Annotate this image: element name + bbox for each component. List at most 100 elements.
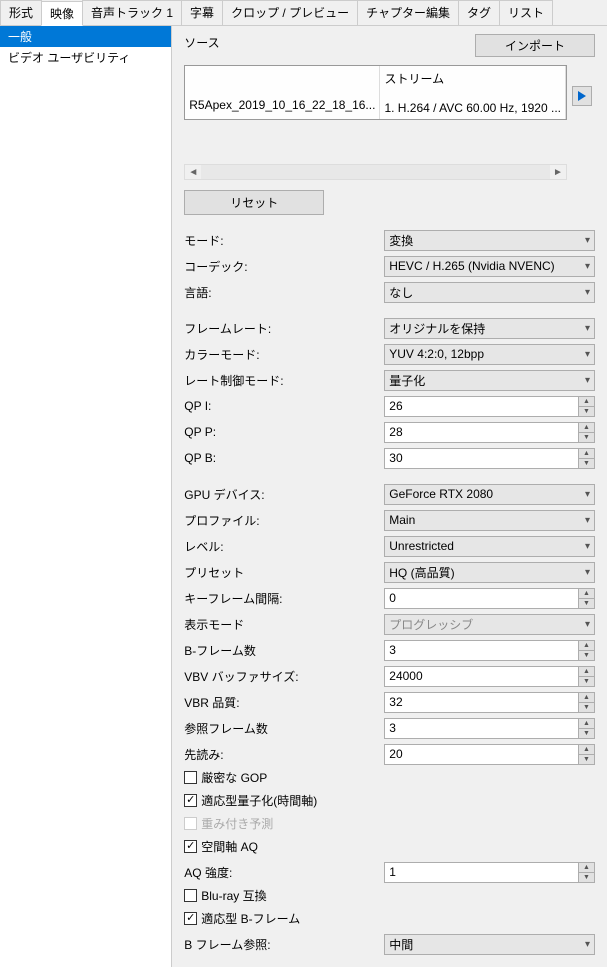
refframes-spinner[interactable]: 3▲▼ [384,718,595,739]
framerate-select[interactable]: オリジナルを保持▾ [384,318,595,339]
refframes-label: 参照フレーム数 [184,720,384,737]
chevron-down-icon: ▾ [585,375,590,386]
keyframe-spinner[interactable]: 0▲▼ [384,588,595,609]
tab-audio-track-1[interactable]: 音声トラック 1 [82,0,182,25]
qpi-spinner[interactable]: 26▲▼ [384,396,595,417]
spinner-up-icon[interactable]: ▲ [578,863,594,873]
bframeref-label: B フレーム参照: [184,936,384,953]
chevron-down-icon: ▾ [585,323,590,334]
profile-select[interactable]: Main▾ [384,510,595,531]
codec-label: コーデック: [184,258,384,275]
spinner-up-icon[interactable]: ▲ [578,449,594,459]
main-panel: ソース インポート R5Apex_2019_10_16_22_18_16... … [172,26,607,967]
stream-value: 1. H.264 / AVC 60.00 Hz, 1920 ... [384,101,561,115]
weighted-pred-checkbox: 重み付き予測 [184,815,595,832]
qpp-spinner[interactable]: 28▲▼ [384,422,595,443]
spatial-aq-checkbox[interactable]: 空間軸 AQ [184,838,595,855]
qpp-label: QP P: [184,425,384,439]
vbvbuf-spinner[interactable]: 24000▲▼ [384,666,595,687]
spinner-up-icon[interactable]: ▲ [578,693,594,703]
chevron-down-icon: ▾ [585,235,590,246]
spinner-down-icon[interactable]: ▼ [578,677,594,686]
tab-chapter-edit[interactable]: チャプター編集 [357,0,459,25]
spinner-down-icon[interactable]: ▼ [578,433,594,442]
reset-button[interactable]: リセット [184,190,324,215]
scroll-left-icon[interactable]: ◄ [185,164,201,180]
lookahead-spinner[interactable]: 20▲▼ [384,744,595,765]
tab-format[interactable]: 形式 [0,0,42,25]
vbvbuf-label: VBV バッファサイズ: [184,668,384,685]
language-select[interactable]: なし▾ [384,282,595,303]
chevron-down-icon: ▾ [585,541,590,552]
sidebar: 一般 ビデオ ユーザビリティ [0,26,172,967]
spinner-down-icon[interactable]: ▼ [578,873,594,882]
ratecontrol-label: レート制御モード: [184,372,384,389]
horizontal-scrollbar[interactable]: ◄ ► [184,164,567,180]
tab-list[interactable]: リスト [499,0,553,25]
scroll-right-icon[interactable]: ► [550,164,566,180]
tab-subtitle[interactable]: 字幕 [181,0,223,25]
stream-header: ストリーム [384,70,561,87]
source-label: ソース [184,34,234,51]
bframes-label: B-フレーム数 [184,642,384,659]
mode-select[interactable]: 変換▾ [384,230,595,251]
spinner-up-icon[interactable]: ▲ [578,423,594,433]
ratecontrol-select[interactable]: 量子化▾ [384,370,595,391]
spinner-up-icon[interactable]: ▲ [578,589,594,599]
bluray-checkbox[interactable]: Blu-ray 互換 [184,887,595,904]
sidebar-item-video-usability[interactable]: ビデオ ユーザビリティ [0,47,171,68]
main-tabs: 形式 映像 音声トラック 1 字幕 クロップ / プレビュー チャプター編集 タ… [0,0,607,26]
aqstrength-spinner[interactable]: 1▲▼ [384,862,595,883]
spinner-down-icon[interactable]: ▼ [578,755,594,764]
spinner-up-icon[interactable]: ▲ [578,719,594,729]
sidebar-item-general[interactable]: 一般 [0,26,171,47]
strict-gop-checkbox[interactable]: 厳密な GOP [184,769,595,786]
spinner-up-icon[interactable]: ▲ [578,641,594,651]
source-filename: R5Apex_2019_10_16_22_18_16... [189,98,375,112]
profile-label: プロファイル: [184,512,384,529]
chevron-down-icon: ▾ [585,349,590,360]
spinner-up-icon[interactable]: ▲ [578,745,594,755]
framerate-label: フレームレート: [184,320,384,337]
display-select: プログレッシブ▾ [384,614,595,635]
preset-select[interactable]: HQ (高品質)▾ [384,562,595,583]
level-select[interactable]: Unrestricted▾ [384,536,595,557]
qpb-spinner[interactable]: 30▲▼ [384,448,595,469]
adaptive-bframe-checkbox[interactable]: 適応型 B-フレーム [184,910,595,927]
spinner-down-icon[interactable]: ▼ [578,651,594,660]
chevron-down-icon: ▾ [585,619,590,630]
adaptive-quant-checkbox[interactable]: 適応型量子化(時間軸) [184,792,595,809]
import-button[interactable]: インポート [475,34,595,57]
gpu-select[interactable]: GeForce RTX 2080▾ [384,484,595,505]
language-label: 言語: [184,284,384,301]
bframeref-select[interactable]: 中間▾ [384,934,595,955]
spinner-down-icon[interactable]: ▼ [578,703,594,712]
level-label: レベル: [184,538,384,555]
colormode-label: カラーモード: [184,346,384,363]
tab-tag[interactable]: タグ [458,0,500,25]
tab-crop-preview[interactable]: クロップ / プレビュー [222,0,358,25]
spinner-up-icon[interactable]: ▲ [578,667,594,677]
chevron-down-icon: ▾ [585,939,590,950]
vbrquality-spinner[interactable]: 32▲▼ [384,692,595,713]
chevron-down-icon: ▾ [585,287,590,298]
chevron-down-icon: ▾ [585,261,590,272]
play-button[interactable] [572,86,592,106]
chevron-down-icon: ▾ [585,567,590,578]
source-box[interactable]: R5Apex_2019_10_16_22_18_16... ストリーム 1. H… [184,65,567,120]
spinner-down-icon[interactable]: ▼ [578,599,594,608]
aqstrength-label: AQ 強度: [184,864,384,881]
bframes-spinner[interactable]: 3▲▼ [384,640,595,661]
chevron-down-icon: ▾ [585,489,590,500]
spinner-up-icon[interactable]: ▲ [578,397,594,407]
lookahead-label: 先読み: [184,746,384,763]
chevron-down-icon: ▾ [585,515,590,526]
spinner-down-icon[interactable]: ▼ [578,459,594,468]
spinner-down-icon[interactable]: ▼ [578,407,594,416]
spinner-down-icon[interactable]: ▼ [578,729,594,738]
codec-select[interactable]: HEVC / H.265 (Nvidia NVENC)▾ [384,256,595,277]
colormode-select[interactable]: YUV 4:2:0, 12bpp▾ [384,344,595,365]
display-label: 表示モード [184,616,384,633]
preset-label: プリセット [184,564,384,581]
tab-video[interactable]: 映像 [41,1,83,26]
